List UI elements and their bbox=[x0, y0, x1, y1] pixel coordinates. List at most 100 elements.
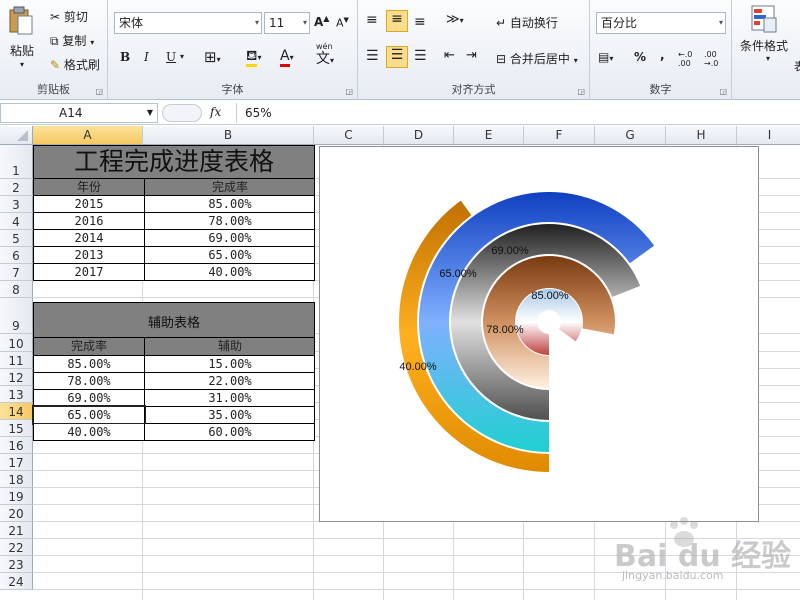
grow-font-button[interactable]: A▲ bbox=[314, 14, 329, 29]
select-all-button[interactable] bbox=[0, 126, 33, 145]
row-header-10[interactable]: 10 bbox=[0, 334, 33, 352]
row-header-16[interactable]: 16 bbox=[0, 437, 33, 454]
align-bottom-button[interactable]: ≡ bbox=[414, 14, 426, 30]
table-cell[interactable]: 78.00% bbox=[34, 373, 144, 389]
conditional-format-button[interactable]: 条件格式 ▾ bbox=[740, 4, 796, 70]
table-cell[interactable]: 2016 bbox=[34, 213, 144, 229]
column-header-a[interactable]: A bbox=[33, 126, 143, 145]
decrease-decimal-button[interactable]: .00 →.0 bbox=[704, 50, 728, 68]
merge-center-button[interactable]: ⊟ 合并后居中 ▾ bbox=[496, 50, 578, 67]
dialog-launcher-icon[interactable]: ◲ bbox=[577, 87, 585, 96]
copy-button[interactable]: ⧉ 复制 ▾ bbox=[50, 32, 94, 49]
increase-indent-button[interactable]: ⇥ bbox=[466, 48, 477, 63]
comma-style-button[interactable]: , bbox=[660, 48, 665, 62]
row-header-4[interactable]: 4 bbox=[0, 213, 33, 230]
column-header-g[interactable]: G bbox=[595, 126, 666, 145]
underline-button[interactable]: U bbox=[166, 50, 176, 64]
row-header-13[interactable]: 13 bbox=[0, 386, 33, 403]
align-top-button[interactable]: ≡ bbox=[366, 12, 378, 28]
formula-input[interactable]: 65% bbox=[236, 103, 800, 123]
table1-header-rate[interactable]: 完成率 bbox=[145, 179, 315, 195]
table-cell[interactable]: 2013 bbox=[34, 247, 144, 263]
formula-bar-resize-handle[interactable] bbox=[162, 104, 202, 122]
dialog-launcher-icon[interactable]: ◲ bbox=[95, 87, 103, 96]
doughnut-chart[interactable]: 85.00% 78.00% 69.00% 65.00% 40.00% bbox=[320, 147, 760, 523]
dialog-launcher-icon[interactable]: ◲ bbox=[345, 87, 353, 96]
data-label[interactable]: 69.00% bbox=[491, 245, 529, 257]
row-header-17[interactable]: 17 bbox=[0, 454, 33, 471]
column-header-i[interactable]: I bbox=[737, 126, 800, 145]
table2-header-aux[interactable]: 辅助 bbox=[145, 338, 315, 355]
row-header-9[interactable]: 9 bbox=[0, 298, 33, 334]
align-middle-button[interactable]: ≡ bbox=[386, 10, 408, 32]
row-header-6[interactable]: 6 bbox=[0, 247, 33, 264]
name-box[interactable]: A14 ▼ bbox=[0, 103, 158, 123]
align-right-button[interactable]: ☰ bbox=[414, 48, 427, 64]
row-header-5[interactable]: 5 bbox=[0, 230, 33, 247]
column-header-b[interactable]: B bbox=[143, 126, 314, 145]
table-cell[interactable]: 65.00% bbox=[145, 247, 315, 263]
row-header-11[interactable]: 11 bbox=[0, 352, 33, 369]
row-header-22[interactable]: 22 bbox=[0, 539, 33, 556]
decrease-indent-button[interactable]: ⇤ bbox=[444, 48, 455, 63]
table-cell[interactable]: 2014 bbox=[34, 230, 144, 246]
align-left-button[interactable]: ☰ bbox=[366, 48, 379, 64]
data-label[interactable]: 85.00% bbox=[531, 290, 569, 302]
chevron-down-icon[interactable]: ▾ bbox=[180, 52, 184, 61]
wrap-text-button[interactable]: ↵ 自动换行 bbox=[496, 14, 558, 31]
row-header-2[interactable]: 2 bbox=[0, 179, 33, 196]
table-cell[interactable]: 2015 bbox=[34, 196, 144, 212]
column-header-d[interactable]: D bbox=[384, 126, 454, 145]
font-name-select[interactable]: 宋体 ▾ bbox=[114, 12, 262, 34]
table-cell[interactable]: 85.00% bbox=[145, 196, 315, 212]
row-header-3[interactable]: 3 bbox=[0, 196, 33, 213]
table1-header-year[interactable]: 年份 bbox=[34, 179, 144, 195]
row-header-18[interactable]: 18 bbox=[0, 471, 33, 488]
row-header-8[interactable]: 8 bbox=[0, 281, 33, 298]
column-header-c[interactable]: C bbox=[314, 126, 384, 145]
format-painter-button[interactable]: ✎ 格式刷 bbox=[50, 56, 100, 73]
border-button[interactable]: ⊞▾ bbox=[204, 48, 221, 66]
table-cell[interactable]: 78.00% bbox=[145, 213, 315, 229]
table-cell[interactable]: 31.00% bbox=[145, 390, 315, 406]
font-color-button[interactable]: A▾ bbox=[280, 48, 294, 67]
format-as-table-button[interactable]: 表 bbox=[794, 58, 800, 74]
number-format-select[interactable]: 百分比 ▾ bbox=[596, 12, 726, 34]
row-header-7[interactable]: 7 bbox=[0, 264, 33, 281]
data-label[interactable]: 40.00% bbox=[399, 361, 437, 373]
data-label[interactable]: 65.00% bbox=[439, 268, 477, 280]
bold-button[interactable]: B bbox=[120, 50, 130, 64]
dialog-launcher-icon[interactable]: ◲ bbox=[719, 87, 727, 96]
row-header-12[interactable]: 12 bbox=[0, 369, 33, 386]
table-cell[interactable]: 60.00% bbox=[145, 424, 315, 440]
table-cell[interactable]: 15.00% bbox=[145, 356, 315, 372]
table-cell[interactable]: 22.00% bbox=[145, 373, 315, 389]
column-header-e[interactable]: E bbox=[454, 126, 524, 145]
table2-header-rate[interactable]: 完成率 bbox=[34, 338, 144, 355]
row-header-15[interactable]: 15 bbox=[0, 420, 33, 437]
table-cell[interactable]: 40.00% bbox=[34, 424, 144, 440]
table-cell[interactable]: 2017 bbox=[34, 264, 144, 280]
column-header-f[interactable]: F bbox=[524, 126, 595, 145]
percent-style-button[interactable]: % bbox=[634, 50, 646, 64]
font-size-select[interactable]: 11 ▾ bbox=[264, 12, 310, 34]
chart-area[interactable]: 85.00% 78.00% 69.00% 65.00% 40.00% bbox=[319, 146, 759, 522]
column-header-h[interactable]: H bbox=[666, 126, 737, 145]
table-cell[interactable]: 85.00% bbox=[34, 356, 144, 372]
row-header-1[interactable]: 1 bbox=[0, 145, 33, 179]
shrink-font-button[interactable]: A▼ bbox=[336, 16, 349, 30]
data-label[interactable]: 78.00% bbox=[486, 324, 524, 336]
row-header-23[interactable]: 23 bbox=[0, 556, 33, 573]
doughnut-ring-segment[interactable] bbox=[483, 256, 615, 388]
cut-button[interactable]: ✂ 剪切 bbox=[50, 8, 88, 25]
table-cell[interactable]: 69.00% bbox=[145, 230, 315, 246]
table1-title-cell[interactable]: 工程完成进度表格 bbox=[33, 145, 315, 179]
row-header-21[interactable]: 21 bbox=[0, 522, 33, 539]
accounting-format-button[interactable]: ▤▾ bbox=[598, 50, 613, 64]
italic-button[interactable]: I bbox=[144, 50, 149, 64]
orientation-button[interactable]: ≫▾ bbox=[446, 12, 464, 27]
phonetic-button[interactable]: wén 文▾ bbox=[316, 42, 334, 68]
row-header-14[interactable]: 14 bbox=[0, 403, 33, 420]
increase-decimal-button[interactable]: ←.0 .00 bbox=[678, 50, 702, 68]
table-cell[interactable]: 40.00% bbox=[145, 264, 315, 280]
